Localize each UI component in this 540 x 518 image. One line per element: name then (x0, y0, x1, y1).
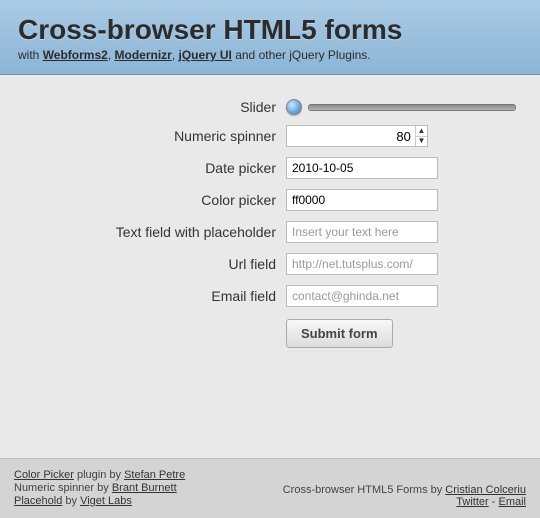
color-picker-link[interactable]: Color Picker (14, 469, 74, 481)
cristian-colceriu-link[interactable]: Cristian Colceriu (445, 484, 526, 496)
brant-burnett-link[interactable]: Brant Burnett (112, 482, 177, 494)
sep2: , (172, 48, 179, 62)
credit-line-1: Color Picker plugin by Stefan Petre (14, 469, 185, 481)
credit-right-1: Cross-browser HTML5 Forms by Cristian Co… (283, 484, 526, 496)
textph-label: Text field with placeholder (18, 224, 286, 240)
spacer (18, 319, 286, 348)
url-label: Url field (18, 256, 286, 272)
textph-row: Text field with placeholder (18, 221, 522, 243)
webforms2-link[interactable]: Webforms2 (43, 48, 108, 62)
credit-line-3: Placehold by Viget Labs (14, 495, 185, 507)
date-row: Date picker (18, 157, 522, 179)
spinner-label: Numeric spinner (18, 128, 286, 144)
text-placeholder-input[interactable] (286, 221, 438, 243)
form-area: Slider Numeric spinner ▲ ▼ Date picker (0, 75, 540, 458)
subtitle: with Webforms2, Modernizr, jQuery UI and… (18, 48, 522, 62)
credits-right: Cross-browser HTML5 Forms by Cristian Co… (283, 484, 526, 508)
twitter-link[interactable]: Twitter (456, 496, 488, 508)
color-input[interactable] (286, 189, 438, 211)
email-input[interactable] (286, 285, 438, 307)
submit-row: Submit form (18, 319, 522, 348)
credit-line-2: Numeric spinner by Brant Burnett (14, 482, 185, 494)
footer: Color Picker plugin by Stefan Petre Nume… (0, 458, 540, 518)
slider-track[interactable] (308, 104, 516, 111)
sep1: , (108, 48, 115, 62)
placehold-link[interactable]: Placehold (14, 495, 62, 507)
credit3-mid: by (62, 495, 80, 507)
credit2-a: Numeric spinner by (14, 482, 112, 494)
email-link[interactable]: Email (498, 496, 526, 508)
color-label: Color picker (18, 192, 286, 208)
spinner-row: Numeric spinner ▲ ▼ (18, 125, 522, 147)
cr1-a: Cross-browser HTML5 Forms by (283, 484, 446, 496)
url-row: Url field (18, 253, 522, 275)
slider-label: Slider (18, 99, 286, 115)
credit-right-2: Twitter - Email (283, 496, 526, 508)
spinner-input[interactable] (287, 126, 415, 146)
color-row: Color picker (18, 189, 522, 211)
subtitle-suffix: and other jQuery Plugins. (232, 48, 371, 62)
page-title: Cross-browser HTML5 forms (18, 14, 522, 46)
subtitle-prefix: with (18, 48, 43, 62)
email-row: Email field (18, 285, 522, 307)
page: Cross-browser HTML5 forms with Webforms2… (0, 0, 540, 518)
date-label: Date picker (18, 160, 286, 176)
slider-row: Slider (18, 99, 522, 115)
viget-labs-link[interactable]: Viget Labs (80, 495, 132, 507)
url-input[interactable] (286, 253, 438, 275)
slider-input[interactable] (286, 99, 516, 115)
credits-left: Color Picker plugin by Stefan Petre Nume… (14, 469, 185, 508)
stefan-petre-link[interactable]: Stefan Petre (124, 469, 185, 481)
jquery-ui-link[interactable]: jQuery UI (179, 48, 232, 62)
spinner-up-icon[interactable]: ▲ (416, 126, 427, 137)
modernizr-link[interactable]: Modernizr (115, 48, 172, 62)
slider-handle-icon[interactable] (286, 99, 302, 115)
email-label: Email field (18, 288, 286, 304)
submit-button[interactable]: Submit form (286, 319, 393, 348)
numeric-spinner: ▲ ▼ (286, 125, 428, 147)
header: Cross-browser HTML5 forms with Webforms2… (0, 0, 540, 75)
credit1-mid: plugin by (74, 469, 124, 481)
spinner-buttons: ▲ ▼ (415, 126, 427, 146)
date-input[interactable] (286, 157, 438, 179)
spinner-down-icon[interactable]: ▼ (416, 137, 427, 147)
